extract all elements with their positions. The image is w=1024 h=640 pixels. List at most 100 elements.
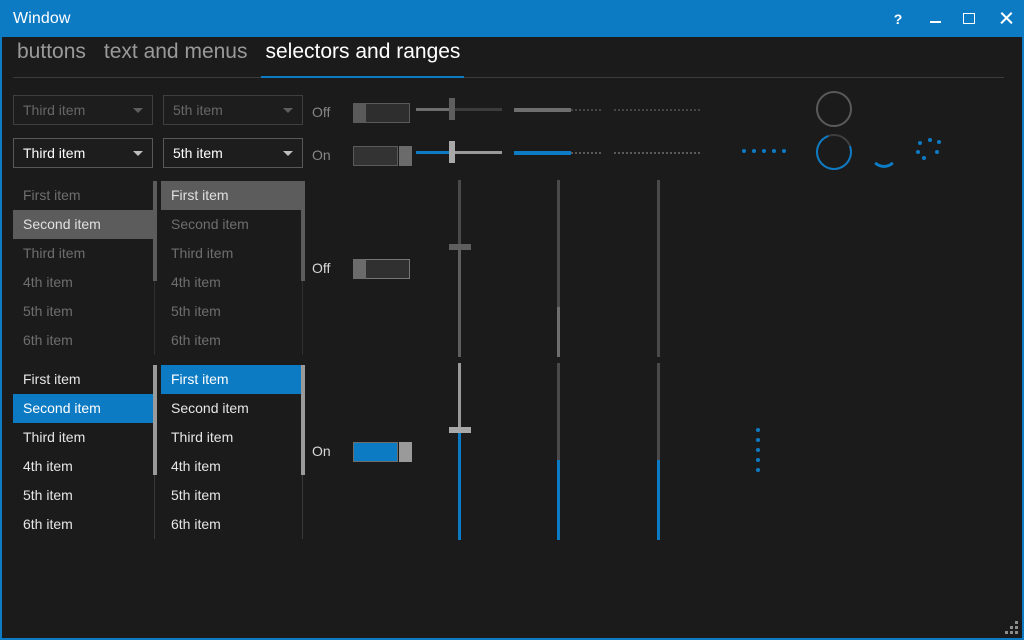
list-item[interactable]: Third item (13, 239, 153, 268)
list-item[interactable]: 4th item (13, 268, 153, 297)
vertical-slider-0[interactable] (449, 180, 471, 357)
toggle-thumb[interactable] (353, 259, 366, 279)
list-item[interactable]: 6th item (13, 510, 153, 539)
enabled-list-right[interactable]: First itemSecond itemThird item4th item5… (161, 365, 301, 539)
list-item[interactable]: 4th item (13, 452, 153, 481)
toggle-switch-3[interactable] (353, 442, 400, 462)
vertical-progress-1 (657, 180, 660, 357)
list-item[interactable]: Third item (161, 423, 301, 452)
disabled-list-left[interactable]: First itemSecond itemThird item4th item5… (13, 181, 153, 355)
list-item[interactable]: Second item (13, 210, 153, 239)
chevron-down-icon (283, 108, 293, 113)
tab-text-and-menus[interactable]: text and menus (100, 40, 252, 71)
arc-spinner (870, 140, 898, 168)
list-item[interactable]: First item (161, 365, 301, 394)
progress-indeterminate (614, 152, 702, 154)
list-item[interactable]: 5th item (161, 297, 301, 326)
toggle-switch-0[interactable] (353, 103, 400, 123)
horizontal-progress-3 (614, 151, 702, 155)
tab-selectors-and-ranges[interactable]: selectors and ranges (261, 40, 464, 71)
toggle-thumb[interactable] (399, 442, 412, 462)
list-item[interactable]: 4th item (161, 268, 301, 297)
toggle-track (365, 259, 410, 279)
disabled-list-right-scrollbar[interactable] (301, 181, 305, 355)
slider-track (458, 180, 461, 247)
progress-indeterminate (614, 109, 702, 111)
toggle-track (353, 146, 398, 166)
combobox-0[interactable]: Third item (13, 95, 153, 125)
dot-row-spinner (742, 149, 786, 153)
slider-thumb[interactable] (449, 427, 471, 433)
list-item[interactable]: 6th item (161, 510, 301, 539)
close-button[interactable] (986, 0, 1024, 37)
resize-grip[interactable] (1005, 621, 1018, 634)
enabled-list-left[interactable]: First itemSecond itemThird item4th item5… (13, 365, 153, 539)
slider-fill (458, 247, 461, 357)
vertical-progress-2 (557, 363, 560, 540)
toggle-switch-2[interactable] (353, 259, 400, 279)
active-tab-underline (261, 76, 464, 78)
horizontal-progress-0 (514, 108, 602, 112)
tab-buttons[interactable]: buttons (13, 40, 90, 71)
slider-track (452, 151, 502, 154)
minimize-button[interactable] (918, 0, 952, 37)
progress-fill (557, 307, 560, 357)
horizontal-progress-1 (614, 108, 702, 112)
progress-remainder (571, 109, 602, 111)
horizontal-progress-2 (514, 151, 602, 155)
list-item[interactable]: 6th item (161, 326, 301, 355)
enabled-list-right-scrollbar[interactable] (301, 365, 305, 539)
vertical-slider-1[interactable] (449, 363, 471, 540)
slider-fill (416, 151, 452, 154)
scrollbar-thumb[interactable] (153, 181, 157, 281)
list-item[interactable]: Second item (161, 394, 301, 423)
toggle-thumb[interactable] (399, 146, 412, 166)
progress-track (557, 180, 560, 307)
list-item[interactable]: 5th item (13, 297, 153, 326)
list-item[interactable]: Second item (13, 394, 153, 423)
list-item[interactable]: 5th item (161, 481, 301, 510)
combobox-2[interactable]: Third item (13, 138, 153, 168)
list-item[interactable]: Third item (13, 423, 153, 452)
combobox-value-1: 5th item (173, 102, 223, 118)
toggle-thumb[interactable] (353, 103, 366, 123)
list-item[interactable]: First item (161, 181, 301, 210)
disabled-list-right[interactable]: First itemSecond itemThird item4th item5… (161, 181, 301, 355)
slider-thumb[interactable] (449, 141, 455, 163)
help-button[interactable]: ? (878, 0, 918, 37)
toggle-label-0: Off (312, 104, 346, 120)
minimize-icon (930, 21, 941, 23)
slider-track (458, 363, 461, 430)
scrollbar-thumb[interactable] (301, 365, 305, 475)
enabled-list-left-scrollbar[interactable] (153, 365, 157, 539)
list-item[interactable]: First item (13, 365, 153, 394)
tab-list: buttons text and menus selectors and range… (13, 40, 474, 71)
progress-fill (514, 108, 571, 112)
scrollbar-thumb[interactable] (301, 181, 305, 281)
combobox-value-0: Third item (23, 102, 85, 118)
chevron-down-icon (133, 108, 143, 113)
slider-thumb[interactable] (449, 98, 455, 120)
dot-fan-spinner (912, 138, 946, 168)
slider-thumb[interactable] (449, 244, 471, 250)
horizontal-slider-1[interactable] (416, 141, 502, 163)
toggle-label-3: On (312, 443, 346, 459)
list-item[interactable]: 5th item (13, 481, 153, 510)
title-bar[interactable]: Window ? (2, 0, 1024, 37)
chevron-down-icon (133, 151, 143, 156)
list-item[interactable]: Second item (161, 210, 301, 239)
slider-fill (458, 430, 461, 540)
maximize-icon (963, 13, 975, 24)
list-item[interactable]: Third item (161, 239, 301, 268)
combobox-1[interactable]: 5th item (163, 95, 303, 125)
combobox-3[interactable]: 5th item (163, 138, 303, 168)
progress-track (657, 180, 660, 357)
list-item[interactable]: First item (13, 181, 153, 210)
toggle-switch-1[interactable] (353, 146, 400, 166)
disabled-list-left-scrollbar[interactable] (153, 181, 157, 355)
scrollbar-thumb[interactable] (153, 365, 157, 475)
list-item[interactable]: 4th item (161, 452, 301, 481)
maximize-button[interactable] (952, 0, 986, 37)
horizontal-slider-0[interactable] (416, 98, 502, 120)
list-item[interactable]: 6th item (13, 326, 153, 355)
